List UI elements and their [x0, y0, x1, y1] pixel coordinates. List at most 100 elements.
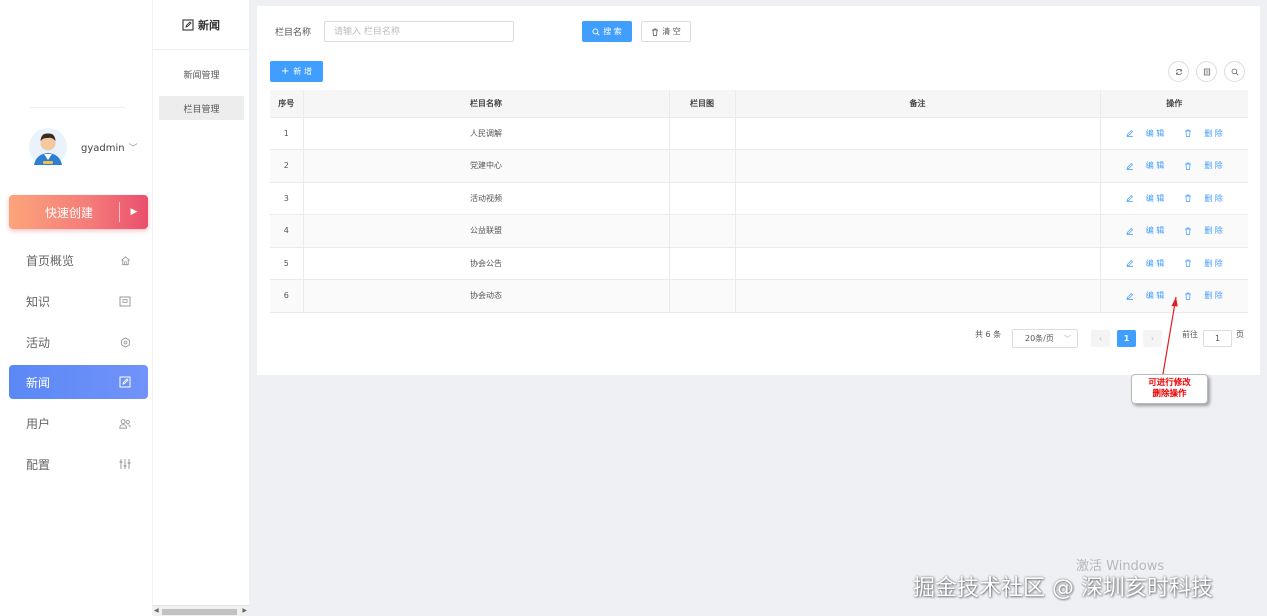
edit-button[interactable]: 编 辑 [1121, 258, 1170, 269]
cell-index: 5 [270, 247, 304, 280]
cell-ops: 编 辑删 除 [1100, 149, 1248, 183]
edit-button[interactable]: 编 辑 [1121, 290, 1170, 301]
table-row: 1 人民调解 编 辑 删 除 [270, 117, 1248, 150]
cell-remark [735, 279, 1101, 313]
quick-create-label: 快速创建 [44, 205, 93, 220]
delete-button[interactable]: 删 除 [1179, 160, 1228, 171]
cell-remark [735, 247, 1101, 280]
chevron-down-icon: ﹀ [1064, 334, 1071, 343]
cell-image [669, 214, 736, 248]
secondary-sidebar: 新闻 新闻管理 栏目管理 [152, 0, 249, 616]
edit-pen-icon [1126, 259, 1134, 267]
cell-image [669, 247, 736, 280]
toggle-search-button[interactable] [1224, 61, 1245, 82]
edit-label: 编 辑 [1145, 258, 1165, 268]
cell-image [669, 279, 736, 313]
table-row: 2 党建中心 编 辑 删 除 [270, 149, 1248, 183]
quick-create-button[interactable]: 快速创建 ▶ [9, 195, 148, 229]
edit-button[interactable]: 编 辑 [1121, 160, 1170, 171]
cell-name: 协会动态 [303, 279, 670, 313]
edit-label: 编 辑 [1145, 161, 1165, 170]
sidebar-item-label: 首页概览 [26, 253, 75, 268]
trash-icon [1184, 259, 1192, 267]
next-page-button[interactable]: › [1143, 330, 1162, 347]
page-size-select[interactable]: 20条/页 ﹀ [1012, 329, 1078, 348]
edit-button[interactable]: 编 辑 [1121, 225, 1170, 236]
subnav-title: 新闻 [153, 0, 249, 50]
edit-label: 编 辑 [1145, 128, 1165, 138]
table-row: 4 公益联盟 编 辑 删 除 [270, 214, 1248, 248]
cell-name: 公益联盟 [303, 214, 670, 248]
subnav-item-news-manage[interactable]: 新闻管理 [159, 62, 244, 86]
trash-icon [1184, 129, 1192, 137]
sidebar-item-activity[interactable]: 活动 [9, 325, 148, 359]
edit-pen-icon [1126, 162, 1134, 170]
cell-index: 2 [270, 149, 304, 183]
caret-right-icon: ▶ [130, 207, 138, 217]
user-menu[interactable]: gyadmin ﹀ [28, 127, 138, 167]
edit-button[interactable]: 编 辑 [1121, 128, 1170, 139]
sidebar-item-home[interactable]: 首页概览 [9, 243, 148, 277]
edit-pen-icon [1126, 194, 1134, 202]
header-remark[interactable]: 备注 [735, 90, 1101, 118]
sidebar-item-label: 活动 [26, 335, 51, 350]
edit-label: 编 辑 [1145, 226, 1165, 235]
edit-button[interactable]: 编 辑 [1121, 193, 1170, 204]
avatar [28, 127, 68, 167]
cell-name: 人民调解 [303, 117, 670, 150]
sidebar-divider [30, 107, 125, 108]
plus-icon: + [281, 66, 290, 77]
horizontal-scrollbar[interactable]: ◀ ▶ [152, 605, 249, 616]
columns-button[interactable] [1196, 61, 1217, 82]
subnav-item-label: 新闻管理 [183, 70, 220, 81]
clear-button[interactable]: 清 空 [641, 21, 691, 42]
goto-page-input[interactable]: 1 [1203, 330, 1232, 347]
trash-icon [1184, 292, 1192, 300]
column-name-input[interactable] [324, 21, 514, 42]
settings-icon [119, 336, 131, 348]
search-button[interactable]: 搜 索 [582, 21, 632, 42]
delete-button[interactable]: 删 除 [1179, 193, 1228, 204]
cell-index: 6 [270, 279, 304, 313]
delete-button[interactable]: 删 除 [1179, 258, 1228, 269]
subnav-item-column-manage[interactable]: 栏目管理 [159, 96, 244, 120]
cell-remark [735, 117, 1101, 150]
delete-button[interactable]: 删 除 [1179, 290, 1228, 301]
refresh-button[interactable] [1168, 61, 1189, 82]
content-panel: 栏目名称 搜 索 清 空 + 新 增 序号 栏目名称 栏目图 备注 操作 [257, 6, 1260, 375]
page-number-button[interactable]: 1 [1117, 330, 1136, 347]
scroll-left-icon[interactable]: ◀ [154, 607, 159, 614]
table-row: 3 活动视频 编 辑 删 除 [270, 182, 1248, 215]
edit-label: 编 辑 [1145, 193, 1165, 203]
prev-page-button[interactable]: ‹ [1091, 330, 1110, 347]
edit-pen-icon [1126, 227, 1134, 235]
username: gyadmin ﹀ [81, 142, 138, 154]
filter-label: 栏目名称 [275, 28, 312, 38]
header-image[interactable]: 栏目图 [669, 90, 736, 118]
table-row: 6 协会动态 编 辑 删 除 [270, 279, 1248, 313]
sidebar-item-knowledge[interactable]: 知识 [9, 284, 148, 318]
delete-button[interactable]: 删 除 [1179, 225, 1228, 236]
delete-button[interactable]: 删 除 [1179, 128, 1228, 139]
book-icon [119, 295, 131, 307]
trash-icon [1184, 194, 1192, 202]
subnav-title-text: 新闻 [198, 18, 220, 32]
scrollbar-thumb[interactable] [162, 609, 237, 615]
header-index[interactable]: 序号 [270, 90, 304, 118]
columns-icon [1203, 68, 1211, 76]
edit-pen-icon [1126, 129, 1134, 137]
search-button-label: 搜 索 [603, 27, 622, 36]
sliders-icon [119, 458, 131, 470]
sidebar-item-config[interactable]: 配置 [9, 447, 148, 481]
goto-prefix: 前往 [1182, 330, 1198, 339]
edit-pen-icon [1126, 292, 1134, 300]
annotation-callout: 可进行修改 删除操作 [1131, 374, 1208, 404]
sidebar-item-users[interactable]: 用户 [9, 406, 148, 440]
scroll-right-icon[interactable]: ▶ [242, 607, 247, 614]
cell-name: 协会公告 [303, 247, 670, 280]
home-icon [119, 254, 131, 266]
sidebar-item-news[interactable]: 新闻 [9, 365, 148, 399]
clear-button-label: 清 空 [662, 27, 681, 36]
header-name[interactable]: 栏目名称 [303, 90, 670, 118]
add-button[interactable]: + 新 增 [270, 61, 323, 82]
